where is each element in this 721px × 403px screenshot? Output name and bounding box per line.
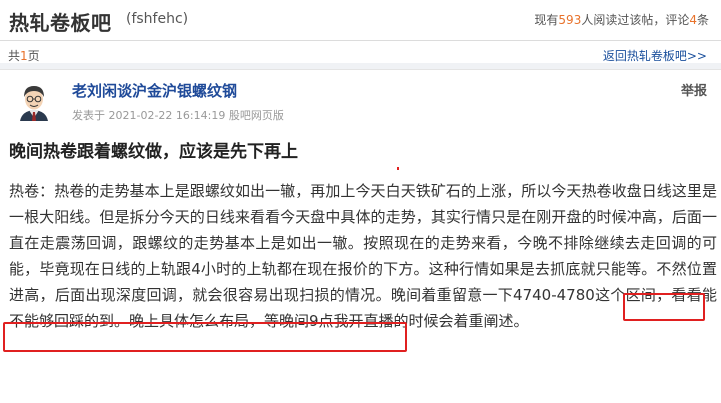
page-header: 热轧卷板吧 (fshfehc) 现有593人阅读过该帖，评论4条 [0,0,721,40]
header-divider [0,40,721,41]
author-name[interactable]: 老刘闲谈沪金沪银螺纹钢 [72,80,237,101]
stats-suffix: 条 [696,13,709,27]
highlight-box [623,293,705,321]
section-rule [0,69,721,70]
post-stats: 现有593人阅读过该帖，评论4条 [534,11,709,28]
page-number[interactable]: 1 [20,49,28,63]
bar-title[interactable]: 热轧卷板吧 [9,7,112,36]
back-to-bar-link[interactable]: 返回热轧卷板吧>> [603,47,707,64]
post-title: 晚间热卷跟着螺纹做，应该是先下再上 [9,142,298,162]
post-body: 热卷：热卷的走势基本上是跟螺纹如出一辙，再加上今天白天铁矿石的上涨，所以今天热卷… [9,178,717,334]
comment-count[interactable]: 4 [689,13,697,27]
reader-count: 593 [558,13,582,27]
author-avatar[interactable] [14,81,54,121]
pager-suffix: 页 [27,49,40,63]
red-dot [397,167,399,170]
highlight-box [3,322,407,352]
post-meta: 发表于 2021-02-22 16:14:19 股吧网页版 [72,109,284,122]
bar-id: (fshfehc) [126,11,189,27]
pager-prefix: 共 [8,49,21,63]
page-count: 共1页 [8,47,40,64]
stats-prefix: 现有 [534,13,559,27]
report-button[interactable]: 举报 [681,80,707,99]
stats-mid: 人阅读过该帖，评论 [581,13,690,27]
